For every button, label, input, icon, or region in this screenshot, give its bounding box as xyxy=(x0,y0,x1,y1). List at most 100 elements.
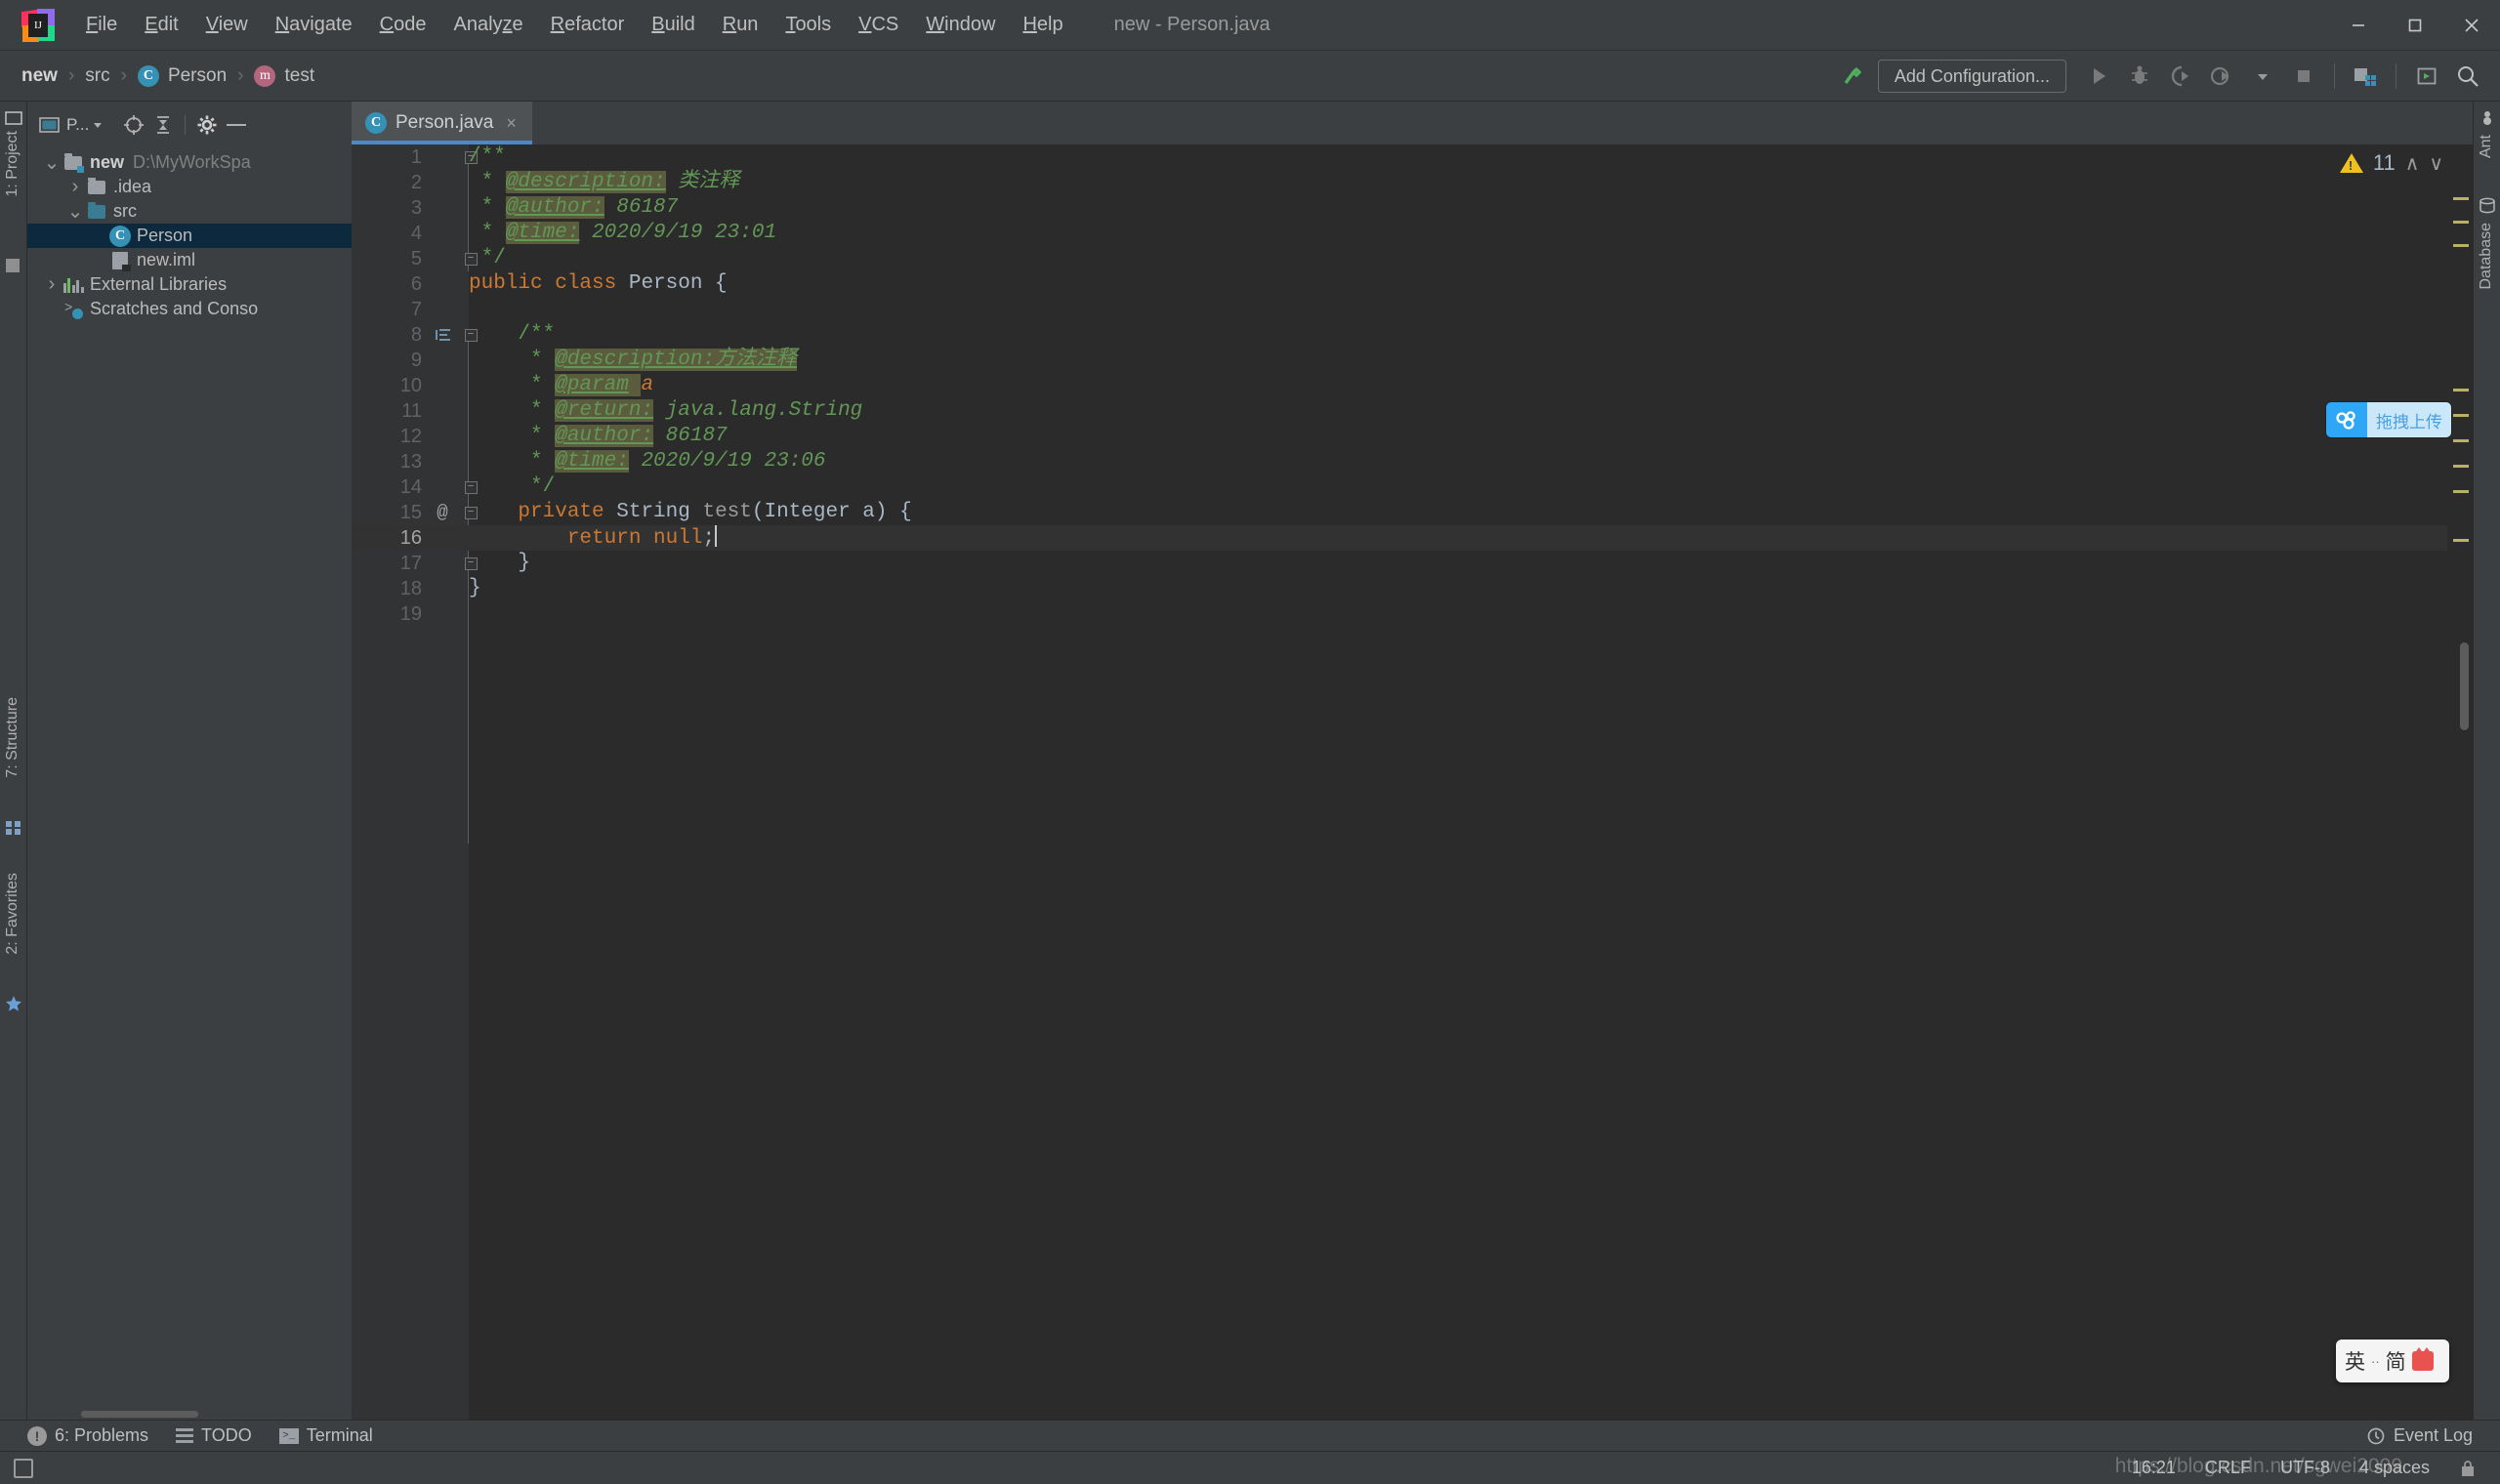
close-icon[interactable] xyxy=(2443,0,2500,51)
hide-panel-icon[interactable] xyxy=(224,112,249,138)
tree-node--idea[interactable]: › .idea xyxy=(27,175,352,199)
lock-icon[interactable] xyxy=(2459,1459,2477,1478)
menu-item-help[interactable]: Help xyxy=(1009,10,1076,40)
ime-shape-label[interactable]: 简 xyxy=(2386,1346,2406,1376)
baidu-upload-widget[interactable]: 拖拽上传 xyxy=(2326,402,2451,437)
scrollbar-thumb[interactable] xyxy=(81,1411,198,1418)
collapse-all-icon[interactable] xyxy=(150,112,176,138)
project-tree[interactable]: ⌄ new D:\MyWorkSpa › .idea ⌄ src C Person new.iml… xyxy=(27,148,352,1408)
project-structure-icon[interactable] xyxy=(2347,58,2384,95)
warning-marker[interactable] xyxy=(2453,244,2469,247)
search-everywhere-icon[interactable] xyxy=(2449,58,2486,95)
menu-item-navigate[interactable]: Navigate xyxy=(262,10,366,40)
code-line[interactable]: 3 * @author: 86187 xyxy=(352,195,2473,221)
chevron-down-icon[interactable]: ⌄ xyxy=(64,202,86,222)
line-separator[interactable]: CRLF xyxy=(2205,1458,2251,1478)
menu-item-edit[interactable]: Edit xyxy=(131,10,191,40)
ime-mode-label[interactable]: 英 xyxy=(2345,1346,2365,1376)
code-line[interactable]: 18} xyxy=(352,576,2473,601)
structure-icon[interactable] xyxy=(5,819,22,837)
project-panel-title[interactable]: P... xyxy=(66,115,104,135)
warning-marker[interactable] xyxy=(2453,490,2469,493)
menu-item-file[interactable]: File xyxy=(72,10,131,40)
toolwindow-todo[interactable]: TODO xyxy=(176,1425,252,1446)
code-line[interactable]: 2 * @description: 类注释 xyxy=(352,170,2473,195)
code-line[interactable]: 9 * @description:方法注释 xyxy=(352,348,2473,373)
project-toolwindow-icon[interactable] xyxy=(5,109,22,127)
warning-marker[interactable] xyxy=(2453,197,2469,200)
warning-marker[interactable] xyxy=(2453,414,2469,417)
code-line[interactable]: 11 * @return: java.lang.String xyxy=(352,398,2473,424)
sogou-fox-icon[interactable] xyxy=(2411,1347,2434,1371)
stripe-item-ant[interactable]: Ant xyxy=(2478,135,2495,158)
code-line[interactable]: 6 public class Person { xyxy=(352,271,2473,297)
code-line[interactable]: 12 * @author: 86187 xyxy=(352,424,2473,449)
maximize-icon[interactable] xyxy=(2387,0,2443,51)
debug-icon[interactable] xyxy=(2121,58,2158,95)
code-line[interactable]: 5− */ xyxy=(352,246,2473,271)
chevron-right-icon[interactable]: › xyxy=(41,273,62,296)
warning-marker[interactable] xyxy=(2453,465,2469,468)
breadcrumb-item-new[interactable]: new xyxy=(21,65,58,87)
code-line[interactable]: 8− /** xyxy=(352,322,2473,348)
menu-item-vcs[interactable]: VCS xyxy=(845,10,912,40)
tree-node-person[interactable]: C Person xyxy=(27,224,352,248)
file-encoding[interactable]: UTF-8 xyxy=(2280,1458,2330,1478)
toolwindow-terminal[interactable]: >_ Terminal xyxy=(278,1425,373,1446)
chevron-down-icon[interactable] xyxy=(2244,58,2281,95)
caret-position[interactable]: 16:21 xyxy=(2132,1458,2176,1478)
menu-item-view[interactable]: View xyxy=(192,10,262,40)
chevron-down-icon[interactable]: ⌄ xyxy=(41,153,62,173)
run-icon[interactable] xyxy=(2080,58,2117,95)
menu-item-tools[interactable]: Tools xyxy=(771,10,845,40)
override-marker-icon[interactable]: @ xyxy=(432,500,453,525)
build-hammer-icon[interactable] xyxy=(1833,58,1870,95)
stripe-item-database[interactable]: Database xyxy=(2478,223,2495,290)
settings-gear-icon[interactable] xyxy=(194,112,220,138)
tree-node-new[interactable]: ⌄ new D:\MyWorkSpa xyxy=(27,150,352,175)
select-opened-file-icon[interactable] xyxy=(121,112,146,138)
code-line[interactable]: 16 return null; xyxy=(352,525,2473,551)
code-line[interactable]: 17− } xyxy=(352,551,2473,576)
database-icon[interactable] xyxy=(2479,197,2496,215)
warning-marker[interactable] xyxy=(2453,439,2469,442)
run-coverage-icon[interactable] xyxy=(2162,58,2199,95)
code-line[interactable]: 4 * @time: 2020/9/19 23:01 xyxy=(352,221,2473,246)
inspection-widget[interactable]: 11 ∧ ∨ xyxy=(2339,150,2443,176)
menu-item-build[interactable]: Build xyxy=(638,10,708,40)
breadcrumb-item-test[interactable]: m test xyxy=(254,64,314,87)
code-line[interactable]: 10 * @param a xyxy=(352,373,2473,398)
menu-item-code[interactable]: Code xyxy=(366,10,440,40)
minimize-icon[interactable] xyxy=(2330,0,2387,51)
upload-widget-label[interactable]: 拖拽上传 xyxy=(2367,402,2451,437)
code-line[interactable]: 7 xyxy=(352,297,2473,322)
warning-marker[interactable] xyxy=(2453,389,2469,392)
breadcrumb-item-person[interactable]: C Person xyxy=(137,64,227,87)
previous-problem-icon[interactable]: ∧ xyxy=(2405,151,2420,176)
add-configuration-button[interactable]: Add Configuration... xyxy=(1877,60,2066,93)
code-line[interactable]: 1−/** xyxy=(352,144,2473,170)
toolwindow-event-log[interactable]: Event Log xyxy=(2366,1425,2473,1446)
menu-item-window[interactable]: Window xyxy=(912,10,1009,40)
editor-tab-person-java[interactable]: C Person.java × xyxy=(352,102,532,144)
stripe-item-project[interactable]: 1: Project xyxy=(4,131,21,197)
toolwindow-problems[interactable]: ! 6: Problems xyxy=(27,1425,148,1446)
editor-vscrollbar-thumb[interactable] xyxy=(2460,642,2469,730)
favorites-star-icon[interactable] xyxy=(5,995,22,1012)
project-panel-hscrollbar[interactable] xyxy=(27,1408,352,1420)
ant-icon[interactable] xyxy=(2479,109,2496,127)
close-icon[interactable]: × xyxy=(506,113,517,134)
warning-marker[interactable] xyxy=(2453,539,2469,542)
ime-status-widget[interactable]: 英 ·· 简 xyxy=(2336,1340,2449,1382)
code-editor[interactable]: 1−/** 2 * @description: 类注释 3 * @author: 8… xyxy=(352,144,2473,1420)
breadcrumb-item-src[interactable]: src xyxy=(85,65,109,87)
chevron-right-icon[interactable]: › xyxy=(64,176,86,198)
menu-item-refactor[interactable]: Refactor xyxy=(537,10,639,40)
profiler-icon[interactable] xyxy=(2203,58,2240,95)
stripe-item-favorites[interactable]: 2: Favorites xyxy=(4,873,21,955)
next-problem-icon[interactable]: ∨ xyxy=(2429,151,2443,176)
menu-item-run[interactable]: Run xyxy=(709,10,772,40)
stop-icon[interactable] xyxy=(2285,58,2322,95)
code-line[interactable]: 15 @ − private String test(Integer a) { xyxy=(352,500,2473,525)
code-line[interactable]: 14− */ xyxy=(352,474,2473,500)
